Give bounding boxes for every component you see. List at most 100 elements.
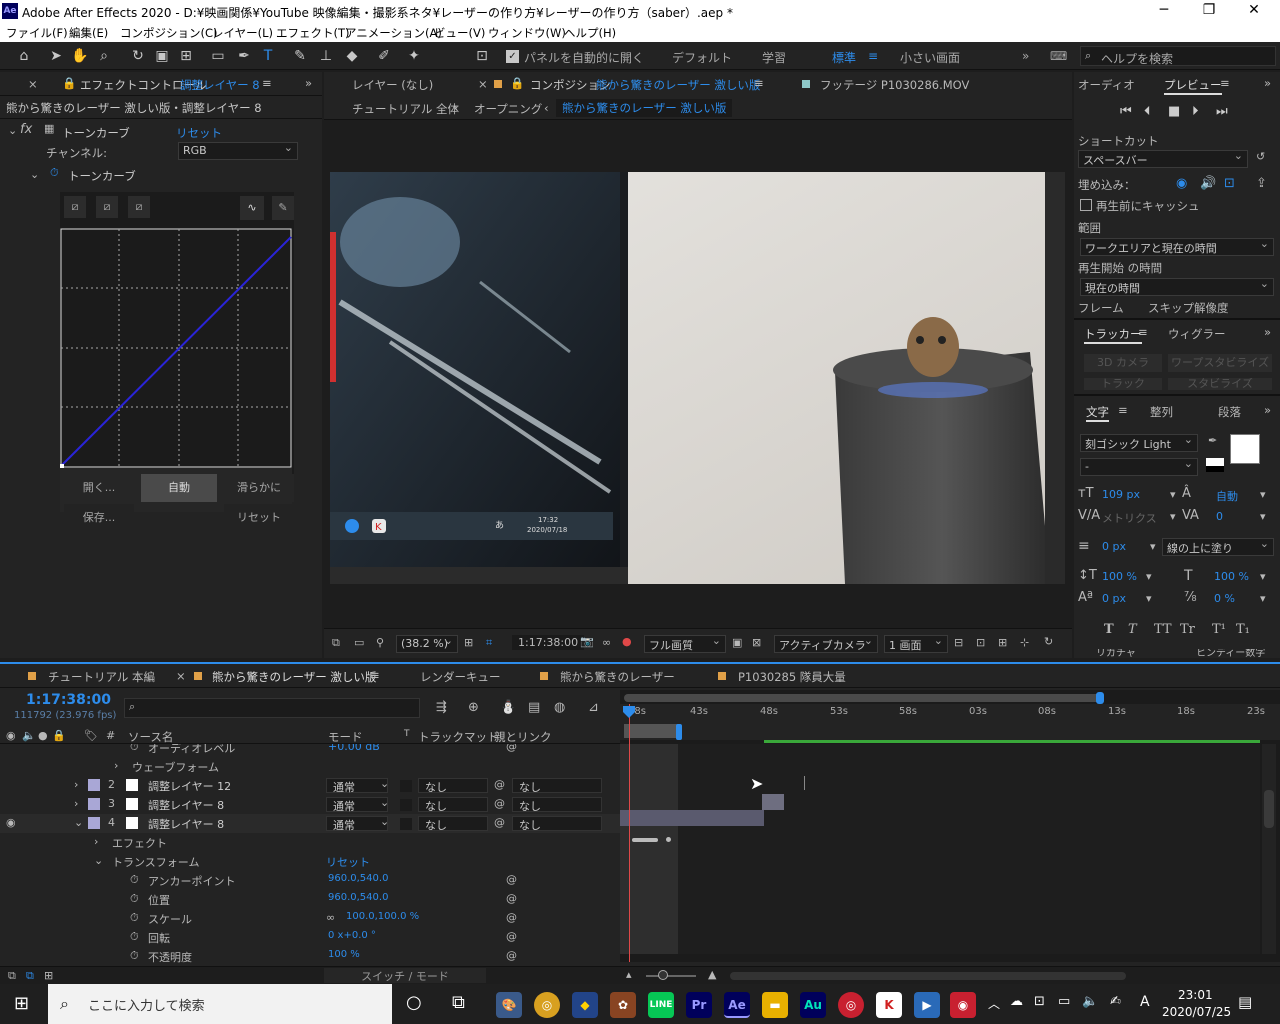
curve-pencil-icon[interactable]: ✎ xyxy=(272,196,294,220)
pickwhip-icon[interactable]: @ xyxy=(506,744,517,753)
volume-icon[interactable]: 🔈 xyxy=(1082,994,1098,1009)
app-icon[interactable]: ◆ xyxy=(572,992,598,1018)
curve-smooth-button[interactable]: 滑らかに xyxy=(224,474,294,502)
rotate-tool-icon[interactable]: ↻ xyxy=(128,46,148,66)
solo-icon[interactable]: ● xyxy=(38,729,48,742)
app-icon[interactable]: ✿ xyxy=(610,992,636,1018)
layer-name[interactable]: 調整レイヤー 12 xyxy=(148,778,231,794)
paint-app-icon[interactable]: 🎨 xyxy=(496,992,522,1018)
motion-blur-icon[interactable]: ◍ xyxy=(554,700,565,715)
workspace-learn[interactable]: 学習 xyxy=(762,49,786,66)
pickwhip-icon[interactable]: @ xyxy=(506,873,517,886)
expand-chevron-icon[interactable]: ⌄ xyxy=(8,124,17,137)
preserve-transparency-box[interactable] xyxy=(400,799,412,811)
align-tab[interactable]: 整列 xyxy=(1150,404,1173,420)
cache-checkbox[interactable] xyxy=(1080,199,1092,211)
track-motion-button[interactable]: トラック xyxy=(1084,378,1162,390)
property-value[interactable]: 960.0,540.0 xyxy=(328,873,388,884)
menu-edit[interactable]: 編集(E) xyxy=(69,25,108,41)
ime-indicator[interactable]: A xyxy=(1140,994,1150,1010)
kerning-value[interactable]: メトリクス xyxy=(1102,510,1157,526)
close-icon[interactable]: ✕ xyxy=(1234,2,1274,20)
menu-help[interactable]: ヘルプ(H) xyxy=(564,25,616,41)
blend-mode-dropdown[interactable]: 通常 xyxy=(326,797,388,813)
audio-speaker-icon[interactable]: 🔈 xyxy=(22,729,36,742)
track-matte-dropdown[interactable]: なし xyxy=(418,778,488,794)
small-caps-button[interactable]: Tr xyxy=(1180,622,1195,637)
expand-chevron-icon[interactable]: › xyxy=(94,835,98,848)
table-row[interactable]: › 2 調整レイヤー 12 通常 ⌄ なし @ なし xyxy=(0,776,620,795)
after-effects-app-icon[interactable]: Ae xyxy=(724,992,750,1018)
composition-tab-name[interactable]: 熊から驚きのレーザー 激しい版 xyxy=(596,77,760,93)
windows-start-icon[interactable]: ⊞ xyxy=(14,993,29,1014)
first-frame-icon[interactable]: ⏮ xyxy=(1120,104,1132,119)
font-family-dropdown[interactable]: 刻ゴシック Light xyxy=(1080,433,1198,452)
workspace-more-icon[interactable]: » xyxy=(1022,49,1029,63)
start-time-dropdown[interactable]: 現在の時間 xyxy=(1080,277,1274,296)
label-tag-icon[interactable]: 🏷 xyxy=(84,729,98,742)
table-row[interactable]: ◉ ⌄ 4 調整レイヤー 8 通常 ⌄ なし @ なし xyxy=(0,814,620,833)
lock-icon[interactable]: 🔒 xyxy=(62,76,76,90)
video-eye-icon[interactable]: ◉ xyxy=(6,816,16,829)
stop-icon[interactable]: ■ xyxy=(1168,104,1180,119)
channel-green-icon[interactable]: ⧄ xyxy=(96,196,118,218)
pickwhip-icon[interactable]: @ xyxy=(494,797,505,810)
parent-dropdown[interactable]: なし xyxy=(512,778,602,794)
parent-dropdown[interactable]: なし xyxy=(512,797,602,813)
character-tab[interactable]: 文字 xyxy=(1086,404,1109,422)
zoom-dropdown[interactable]: (38.2 %) xyxy=(396,634,458,653)
frame-blending-icon[interactable]: ▤ xyxy=(528,700,540,715)
zoom-tool-icon[interactable]: ⌕ xyxy=(94,46,114,66)
tsume-value[interactable]: 0 % xyxy=(1214,592,1235,605)
footage-tab[interactable]: フッテージ P1030286.MOV xyxy=(820,77,969,93)
app-icon[interactable]: ▶ xyxy=(914,992,940,1018)
constrain-link-icon[interactable]: ∞ xyxy=(326,911,335,924)
channel-blue-icon[interactable]: ⧄ xyxy=(128,196,150,218)
track-camera-button[interactable]: 3D カメラ xyxy=(1084,354,1162,372)
camera-tool-icon[interactable]: ▣ xyxy=(152,46,172,66)
draft-3d-icon[interactable]: ⊕ xyxy=(468,700,479,715)
monitor-icon[interactable]: ▭ xyxy=(354,636,364,649)
label-color-swatch[interactable] xyxy=(88,779,100,791)
view-layout-dropdown[interactable]: 1 画面 xyxy=(884,634,948,653)
layer-bar[interactable] xyxy=(762,794,784,810)
home-icon[interactable]: ⌂ xyxy=(14,46,34,66)
video-eye-icon[interactable]: ◉ xyxy=(1176,176,1187,191)
reset-exposure-icon[interactable]: ↻ xyxy=(1044,635,1053,648)
horizontal-scale-dropdown-icon[interactable]: ▾ xyxy=(1260,570,1266,583)
work-area-end-handle[interactable] xyxy=(676,724,682,740)
property-value[interactable]: 100 % xyxy=(328,949,360,960)
flowchart-icon[interactable]: ⊞ xyxy=(998,636,1007,649)
label-color-swatch[interactable] xyxy=(88,798,100,810)
clone-stamp-tool-icon[interactable]: ⊥ xyxy=(316,46,336,66)
stopwatch-icon[interactable]: ⏱ xyxy=(130,949,139,963)
workspace-default[interactable]: デフォルト xyxy=(672,49,732,66)
baseline-shift-dropdown-icon[interactable]: ▾ xyxy=(1146,592,1152,605)
navigator-end-handle[interactable] xyxy=(1096,692,1104,704)
faux-bold-button[interactable]: T xyxy=(1104,622,1114,637)
camera-dropdown[interactable]: アクティブカメラ xyxy=(774,634,878,653)
stopwatch-icon[interactable]: ⏱ xyxy=(130,911,139,925)
tracking-value[interactable]: 0 xyxy=(1216,510,1223,523)
panel-more-icon[interactable]: » xyxy=(1264,76,1271,90)
rectangle-tool-icon[interactable]: ▭ xyxy=(208,46,228,66)
app-icon[interactable]: ◎ xyxy=(838,992,864,1018)
tray-app-icon[interactable]: ⊡ xyxy=(1034,994,1045,1009)
panel-menu-icon[interactable]: ≡ xyxy=(754,76,764,90)
recorder-app-icon[interactable]: ◉ xyxy=(950,992,976,1018)
stretch-pane-icon[interactable]: ⊞ xyxy=(44,969,53,982)
pickwhip-icon[interactable]: @ xyxy=(494,816,505,829)
fx-icon[interactable]: fx xyxy=(20,122,32,137)
expand-chevron-icon[interactable]: › xyxy=(114,759,118,772)
subscript-button[interactable]: T₁ xyxy=(1236,622,1250,637)
layer-name[interactable]: 調整レイヤー 8 xyxy=(148,797,224,813)
clock-time[interactable]: 23:01 xyxy=(1178,988,1213,1002)
timeline-tab[interactable]: チュートリアル 本編 xyxy=(48,669,155,685)
blend-mode-dropdown[interactable]: 通常 xyxy=(326,778,388,794)
switches-modes-toggle[interactable]: スイッチ / モード xyxy=(324,968,486,983)
menu-window[interactable]: ウィンドウ(W) xyxy=(488,25,566,41)
curve-reset-button[interactable]: リセット xyxy=(224,504,294,532)
task-view-icon[interactable]: ⧉ xyxy=(452,992,465,1013)
layer-name[interactable]: 調整レイヤー 8 xyxy=(148,816,224,832)
curve-bezier-icon[interactable]: ∿ xyxy=(240,196,264,220)
